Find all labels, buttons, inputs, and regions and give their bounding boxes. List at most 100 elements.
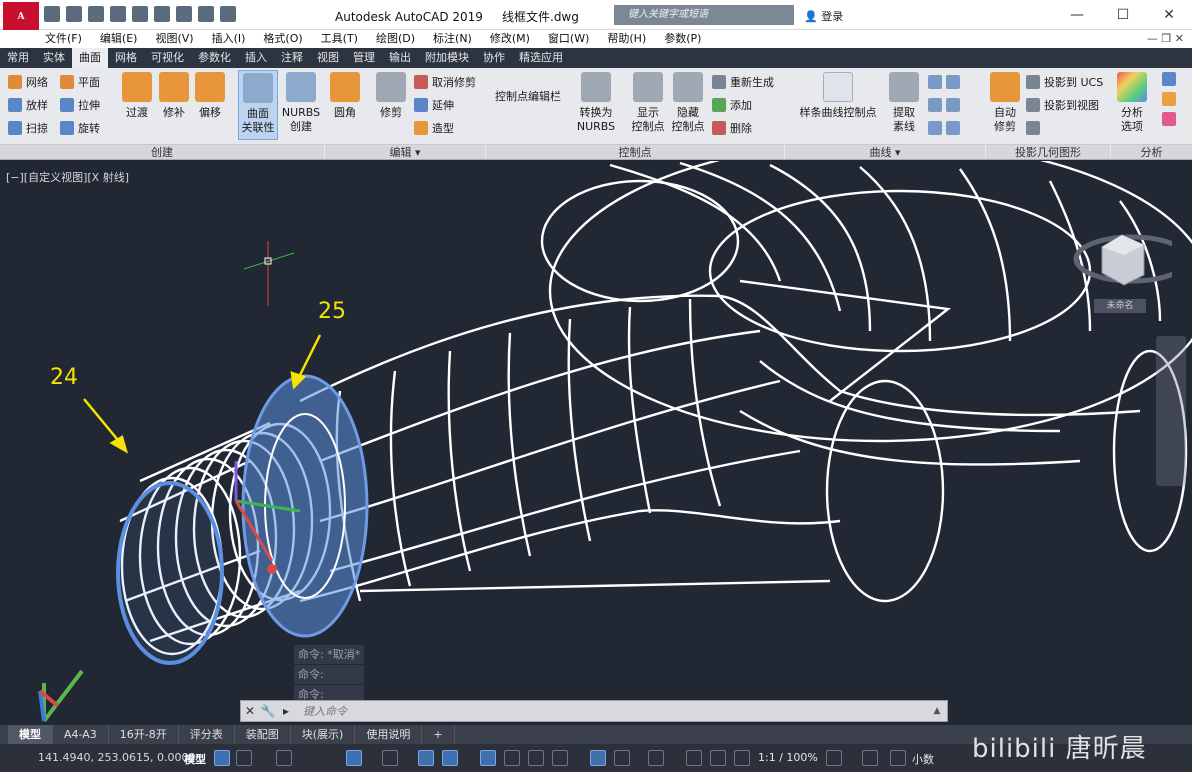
project-to-view-button[interactable]: 投影到视图 (1026, 95, 1099, 115)
layout-tab-instructions[interactable]: 使用说明 (355, 725, 423, 744)
undo-icon[interactable] (198, 6, 214, 22)
tab-solid[interactable]: 实体 (36, 48, 72, 68)
draft-analysis-icon[interactable] (1162, 112, 1176, 126)
menu-draw[interactable]: 绘图(D) (367, 30, 424, 48)
gizmo-icon[interactable] (648, 750, 664, 766)
tab-annotate[interactable]: 注释 (274, 48, 310, 68)
selected-surface-24[interactable] (116, 481, 224, 665)
menu-format[interactable]: 格式(O) (254, 30, 311, 48)
add-layout-button[interactable]: + (422, 725, 455, 744)
object-snap-tracking-icon[interactable] (418, 750, 434, 766)
annotation-scale-icon[interactable] (734, 750, 750, 766)
command-line-prompt-icon[interactable]: ▸ (277, 704, 295, 718)
untrim-button[interactable]: 取消修剪 (414, 72, 476, 92)
extend-button[interactable]: 延伸 (414, 95, 454, 115)
close-icon[interactable]: ✕ (1146, 0, 1192, 30)
layout-tab-block-demo[interactable]: 块(展示) (291, 725, 356, 744)
annotation-monitor-icon[interactable] (862, 750, 878, 766)
tab-featured-apps[interactable]: 精选应用 (512, 48, 570, 68)
tab-home[interactable]: 常用 (0, 48, 36, 68)
remove-cv-button[interactable]: 删除 (712, 118, 752, 138)
trim-button[interactable]: 修剪 (374, 72, 408, 120)
transparency-icon[interactable] (504, 750, 520, 766)
curve-tools-row2[interactable] (928, 95, 960, 115)
menu-modify[interactable]: 修改(M) (481, 30, 539, 48)
extrude-button[interactable]: 拉伸 (60, 95, 100, 115)
hide-cv-button[interactable]: 隐藏 控制点 (666, 72, 710, 134)
layout-tab-scoring[interactable]: 评分表 (179, 725, 235, 744)
print-icon[interactable] (176, 6, 192, 22)
drawing-viewport[interactable]: [−][自定义视图][X 射线] 未命名 24 25 命令: *取消* 命令: … (0, 161, 1192, 725)
planar-button[interactable]: 平面 (60, 72, 100, 92)
menu-dimension[interactable]: 标注(N) (424, 30, 481, 48)
minimize-icon[interactable]: — (1054, 0, 1100, 30)
units-icon[interactable] (890, 750, 906, 766)
maximize-icon[interactable]: ☐ (1100, 0, 1146, 30)
model-space-button[interactable]: 模型 (184, 751, 206, 767)
layout-tab-16k-8k[interactable]: 16开-8开 (109, 725, 179, 744)
annotation-scale-select[interactable]: 1:1 / 100% (758, 751, 818, 764)
show-cv-button[interactable]: 显示 控制点 (626, 72, 670, 134)
spline-cv-button[interactable]: 样条曲线控制点 (792, 72, 884, 120)
sign-in-button[interactable]: 👤 登录 (804, 8, 843, 24)
command-line-close-icon[interactable]: ✕ (241, 704, 259, 718)
network-button[interactable]: 网络 (8, 72, 48, 92)
tab-collaborate[interactable]: 协作 (476, 48, 512, 68)
curvature-analysis-icon[interactable] (1162, 92, 1176, 106)
zebra-analysis-icon[interactable] (1162, 72, 1176, 86)
save-as-icon[interactable] (110, 6, 126, 22)
snap-icon[interactable] (236, 750, 252, 766)
tab-surface[interactable]: 曲面 (72, 48, 108, 68)
dynamic-ucs-icon[interactable] (590, 750, 606, 766)
surface-associativity-button[interactable]: 曲面 关联性 (238, 70, 278, 140)
extract-isolines-button[interactable]: 提取 素线 (886, 72, 922, 134)
menu-insert[interactable]: 插入(I) (203, 30, 255, 48)
selection-filter-icon[interactable] (614, 750, 630, 766)
command-history-toggle-icon[interactable]: ▲ (927, 706, 947, 716)
loft-button[interactable]: 放样 (8, 95, 48, 115)
tab-insert[interactable]: 插入 (238, 48, 274, 68)
menu-parametric[interactable]: 参数(P) (655, 30, 710, 48)
curve-tools-row1[interactable] (928, 72, 960, 92)
application-menu-button[interactable]: A (3, 2, 39, 32)
tab-output[interactable]: 输出 (382, 48, 418, 68)
menu-edit[interactable]: 编辑(E) (91, 30, 147, 48)
add-cv-button[interactable]: 添加 (712, 95, 752, 115)
offset-button[interactable]: 偏移 (193, 72, 227, 120)
tab-mesh[interactable]: 网格 (108, 48, 144, 68)
project-to-ucs-button[interactable]: 投影到 UCS (1026, 72, 1103, 92)
lineweight-icon[interactable] (480, 750, 496, 766)
menu-file[interactable]: 文件(F) (36, 30, 91, 48)
save-icon[interactable] (88, 6, 104, 22)
layout-tab-model[interactable]: 模型 (8, 725, 53, 744)
polar-tracking-icon[interactable] (346, 750, 362, 766)
open-file-icon[interactable] (66, 6, 82, 22)
object-snap-icon[interactable] (442, 750, 458, 766)
annotation-visibility-icon[interactable] (686, 750, 702, 766)
workspace-gear-icon[interactable] (826, 750, 842, 766)
tab-parametric[interactable]: 参数化 (191, 48, 238, 68)
tab-manage[interactable]: 管理 (346, 48, 382, 68)
command-line-settings-icon[interactable]: 🔧 (259, 704, 277, 718)
navigation-bar[interactable] (1156, 336, 1186, 486)
menu-window[interactable]: 窗口(W) (539, 30, 598, 48)
revolve-button[interactable]: 旋转 (60, 118, 100, 138)
fillet-button[interactable]: 圆角 (328, 72, 362, 120)
viewport-controls-label[interactable]: [−][自定义视图][X 射线] (6, 169, 129, 185)
rebuild-button[interactable]: 重新生成 (712, 72, 774, 92)
command-input[interactable]: 键入命令 (295, 703, 927, 719)
panel-title-curves[interactable]: 曲线 ▾ (785, 144, 985, 159)
curve-tools-row3[interactable] (928, 118, 960, 138)
tab-view[interactable]: 视图 (310, 48, 346, 68)
blend-button[interactable]: 过渡 (120, 72, 154, 120)
ucs-menu-label[interactable]: 未命名 (1094, 299, 1146, 313)
convert-to-nurbs-button[interactable]: 转换为 NURBS (574, 72, 618, 134)
layout-tab-assembly[interactable]: 装配图 (235, 725, 291, 744)
menu-tools[interactable]: 工具(T) (312, 30, 367, 48)
layout-tab-a4-a3[interactable]: A4-A3 (53, 725, 109, 744)
ortho-icon[interactable] (276, 750, 292, 766)
patch-button[interactable]: 修补 (157, 72, 191, 120)
cv-edit-bar-button[interactable]: 控制点编辑栏 (490, 90, 566, 104)
auto-scale-icon[interactable] (710, 750, 726, 766)
menu-help[interactable]: 帮助(H) (598, 30, 655, 48)
